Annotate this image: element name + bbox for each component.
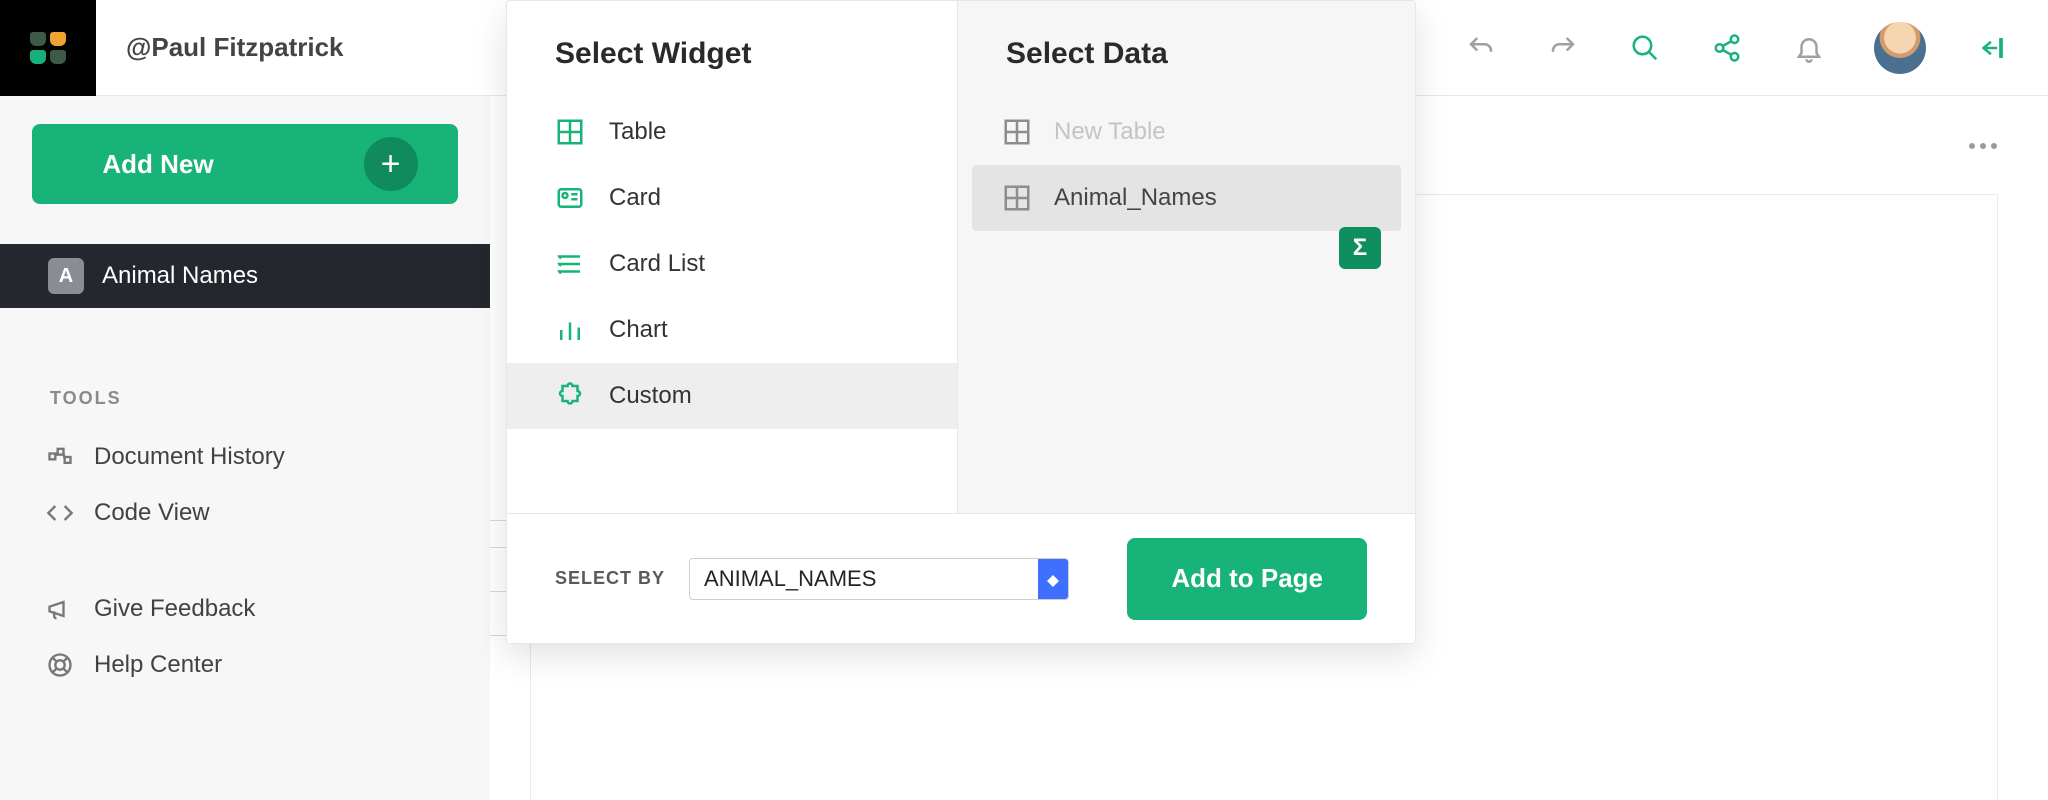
puzzle-icon [555, 381, 585, 411]
tool-code-view[interactable]: Code View [0, 485, 490, 541]
nav-badge: A [48, 258, 84, 294]
code-icon [46, 499, 74, 527]
select-widget-title: Select Widget [507, 37, 957, 99]
widget-option-chart[interactable]: Chart [507, 297, 957, 363]
widget-type-column: Select Widget Table Card Card List Chart… [507, 1, 957, 513]
tool-help-center[interactable]: Help Center [0, 637, 490, 693]
left-panel: Add New + A Animal Names TOOLS Document … [0, 96, 490, 800]
data-option-animal-names[interactable]: Animal_Names [972, 165, 1401, 231]
data-source-column: Select Data New Table Animal_Names Σ [957, 1, 1415, 513]
card-list-icon [555, 249, 585, 279]
add-new-button[interactable]: Add New + [32, 124, 458, 204]
data-option-new-table: New Table [972, 99, 1401, 165]
table-icon [1002, 117, 1032, 147]
chart-icon [555, 315, 585, 345]
card-icon [555, 183, 585, 213]
select-by-label: SELECT BY [555, 568, 665, 589]
add-to-page-button[interactable]: Add to Page [1127, 538, 1367, 620]
dropdown-caret-icon [1038, 559, 1068, 599]
share-icon[interactable] [1710, 31, 1744, 65]
table-icon [1002, 183, 1032, 213]
select-by-dropdown[interactable]: ANIMAL_NAMES [689, 558, 1069, 600]
redo-icon[interactable] [1546, 31, 1580, 65]
collapse-panel-icon[interactable] [1974, 31, 2008, 65]
tool-give-feedback[interactable]: Give Feedback [0, 581, 490, 637]
avatar[interactable] [1874, 22, 1926, 74]
section-menu-icon[interactable] [1968, 138, 1998, 156]
help-icon [46, 651, 74, 679]
app-logo[interactable] [0, 0, 96, 96]
widget-picker-dialog: Select Widget Table Card Card List Chart… [506, 0, 1416, 644]
widget-option-table[interactable]: Table [507, 99, 957, 165]
select-data-title: Select Data [958, 37, 1415, 99]
widget-option-custom[interactable]: Custom [507, 363, 957, 429]
table-icon [555, 117, 585, 147]
plus-icon: + [364, 137, 418, 191]
tools-header: TOOLS [50, 388, 490, 409]
search-icon[interactable] [1628, 31, 1662, 65]
popup-footer: SELECT BY ANIMAL_NAMES Add to Page [507, 513, 1415, 643]
undo-icon[interactable] [1464, 31, 1498, 65]
add-new-label: Add New [102, 149, 213, 180]
nav-item-animal-names[interactable]: A Animal Names [0, 244, 490, 308]
nav-label: Animal Names [102, 262, 258, 290]
tool-document-history[interactable]: Document History [0, 429, 490, 485]
megaphone-icon [46, 595, 74, 623]
bell-icon[interactable] [1792, 31, 1826, 65]
breadcrumb[interactable]: @Paul Fitzpatrick [126, 32, 344, 63]
summary-sigma-button[interactable]: Σ [1339, 227, 1381, 269]
widget-option-card-list[interactable]: Card List [507, 231, 957, 297]
widget-option-card[interactable]: Card [507, 165, 957, 231]
history-icon [46, 443, 74, 471]
